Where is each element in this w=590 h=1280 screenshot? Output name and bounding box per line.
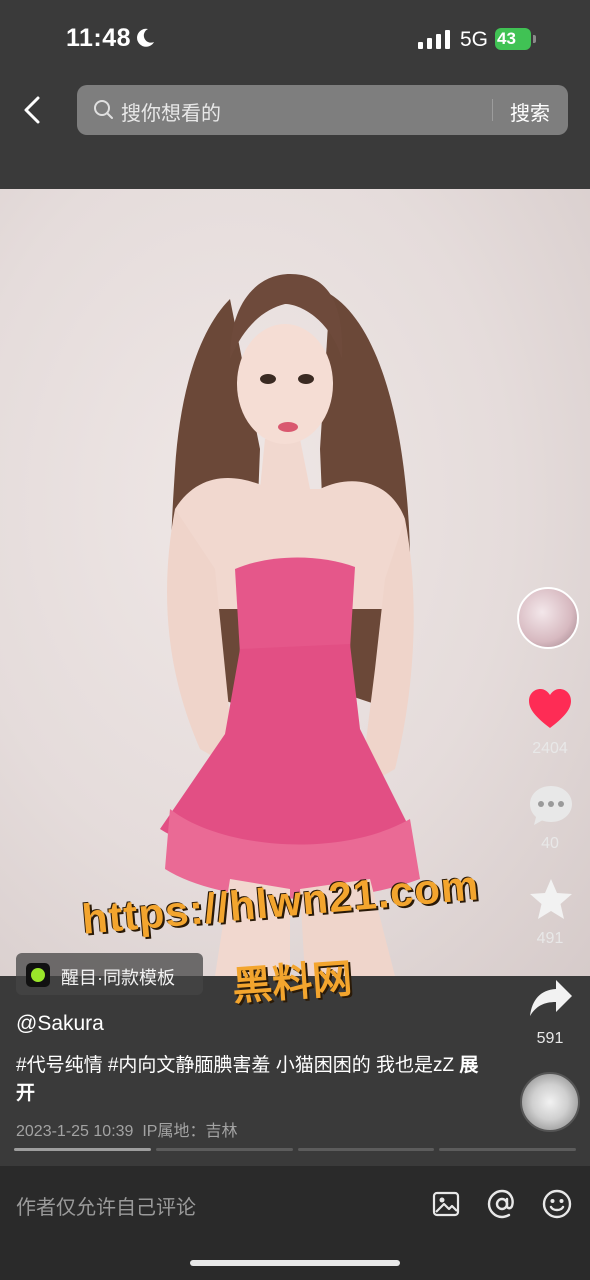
watermark-text: 黑料网 (230, 956, 354, 1010)
author-avatar[interactable] (517, 587, 579, 649)
caption-text: #代号纯情 #内向文静腼腆害羞 小猫困困的 我也是zZ (16, 1055, 460, 1076)
search-icon (93, 99, 115, 126)
moon-icon (134, 27, 156, 54)
template-app-icon (26, 963, 50, 987)
image-icon[interactable] (432, 1190, 460, 1223)
network-label: 5G (460, 28, 489, 51)
battery-indicator: 43 (495, 28, 537, 50)
post-caption: #代号纯情 #内向文静腼腆害羞 小猫困困的 我也是zZ 展开 (16, 1052, 486, 1108)
template-label: 醒目·同款模板 (61, 968, 175, 988)
search-input[interactable]: 搜你想看的 (121, 97, 221, 126)
search-button[interactable]: 搜索 (510, 97, 550, 126)
video-subject-image (160, 274, 420, 976)
ip-location: IP属地：吉林 (142, 1123, 238, 1140)
search-divider (492, 99, 493, 121)
signal-icon (418, 29, 450, 54)
star-icon[interactable] (528, 877, 574, 926)
status-time: 11:48 (66, 24, 132, 52)
post-date: 2023-1-25 10:39 (16, 1123, 134, 1140)
like-count: 2404 (532, 740, 568, 757)
progress-segment (297, 1148, 435, 1151)
progress-segment (14, 1148, 151, 1151)
battery-level: 43 (497, 29, 516, 48)
chevron-left-icon (24, 96, 40, 124)
share-icon[interactable] (528, 978, 574, 1023)
progress-segment (439, 1148, 576, 1151)
music-disc[interactable] (520, 1072, 580, 1132)
comment-notice: 作者仅允许自己评论 (16, 1197, 196, 1219)
emoji-icon[interactable] (541, 1188, 573, 1225)
home-indicator (190, 1260, 400, 1266)
post-meta: 2023-1-25 10:39 IP属地：吉林 (16, 1117, 237, 1141)
share-count: 591 (536, 1030, 564, 1047)
progress-segment (155, 1148, 293, 1151)
progress-indicator (14, 1148, 576, 1152)
comment-count: 40 (541, 835, 559, 852)
back-button[interactable] (16, 90, 52, 130)
search-bar[interactable]: 搜你想看的 搜索 (77, 85, 568, 135)
comment-icon[interactable] (528, 784, 574, 833)
mention-icon[interactable] (486, 1188, 518, 1225)
video-player[interactable] (0, 189, 590, 976)
heart-icon[interactable] (527, 688, 573, 735)
template-tag[interactable]: 醒目·同款模板 (16, 953, 203, 995)
author-username[interactable]: @Sakura (16, 1012, 104, 1036)
favorite-count: 491 (536, 930, 564, 947)
comment-bar: 作者仅允许自己评论 (0, 1166, 590, 1280)
